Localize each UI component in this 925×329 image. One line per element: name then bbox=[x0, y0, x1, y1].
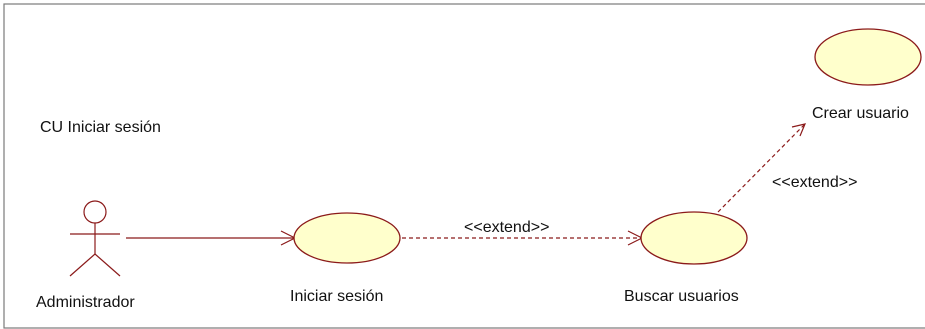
extend-label-login-search: <<extend>> bbox=[464, 219, 549, 236]
usecase-buscar-usuarios-label: Buscar usuarios bbox=[624, 288, 739, 305]
usecase-crear-usuario[interactable] bbox=[814, 28, 922, 86]
actor-label: Administrador bbox=[36, 294, 135, 311]
usecase-crear-usuario-label: Crear usuario bbox=[812, 105, 909, 122]
usecase-iniciar-sesion[interactable] bbox=[293, 212, 401, 264]
diagram-frame bbox=[3, 3, 925, 329]
use-case-diagram: CU Iniciar sesión Administrador Iniciar … bbox=[3, 3, 925, 329]
usecase-buscar-usuarios[interactable] bbox=[640, 211, 748, 265]
diagram-title: CU Iniciar sesión bbox=[40, 119, 161, 136]
usecase-iniciar-sesion-label: Iniciar sesión bbox=[290, 288, 383, 305]
extend-label-search-create: <<extend>> bbox=[772, 174, 857, 191]
